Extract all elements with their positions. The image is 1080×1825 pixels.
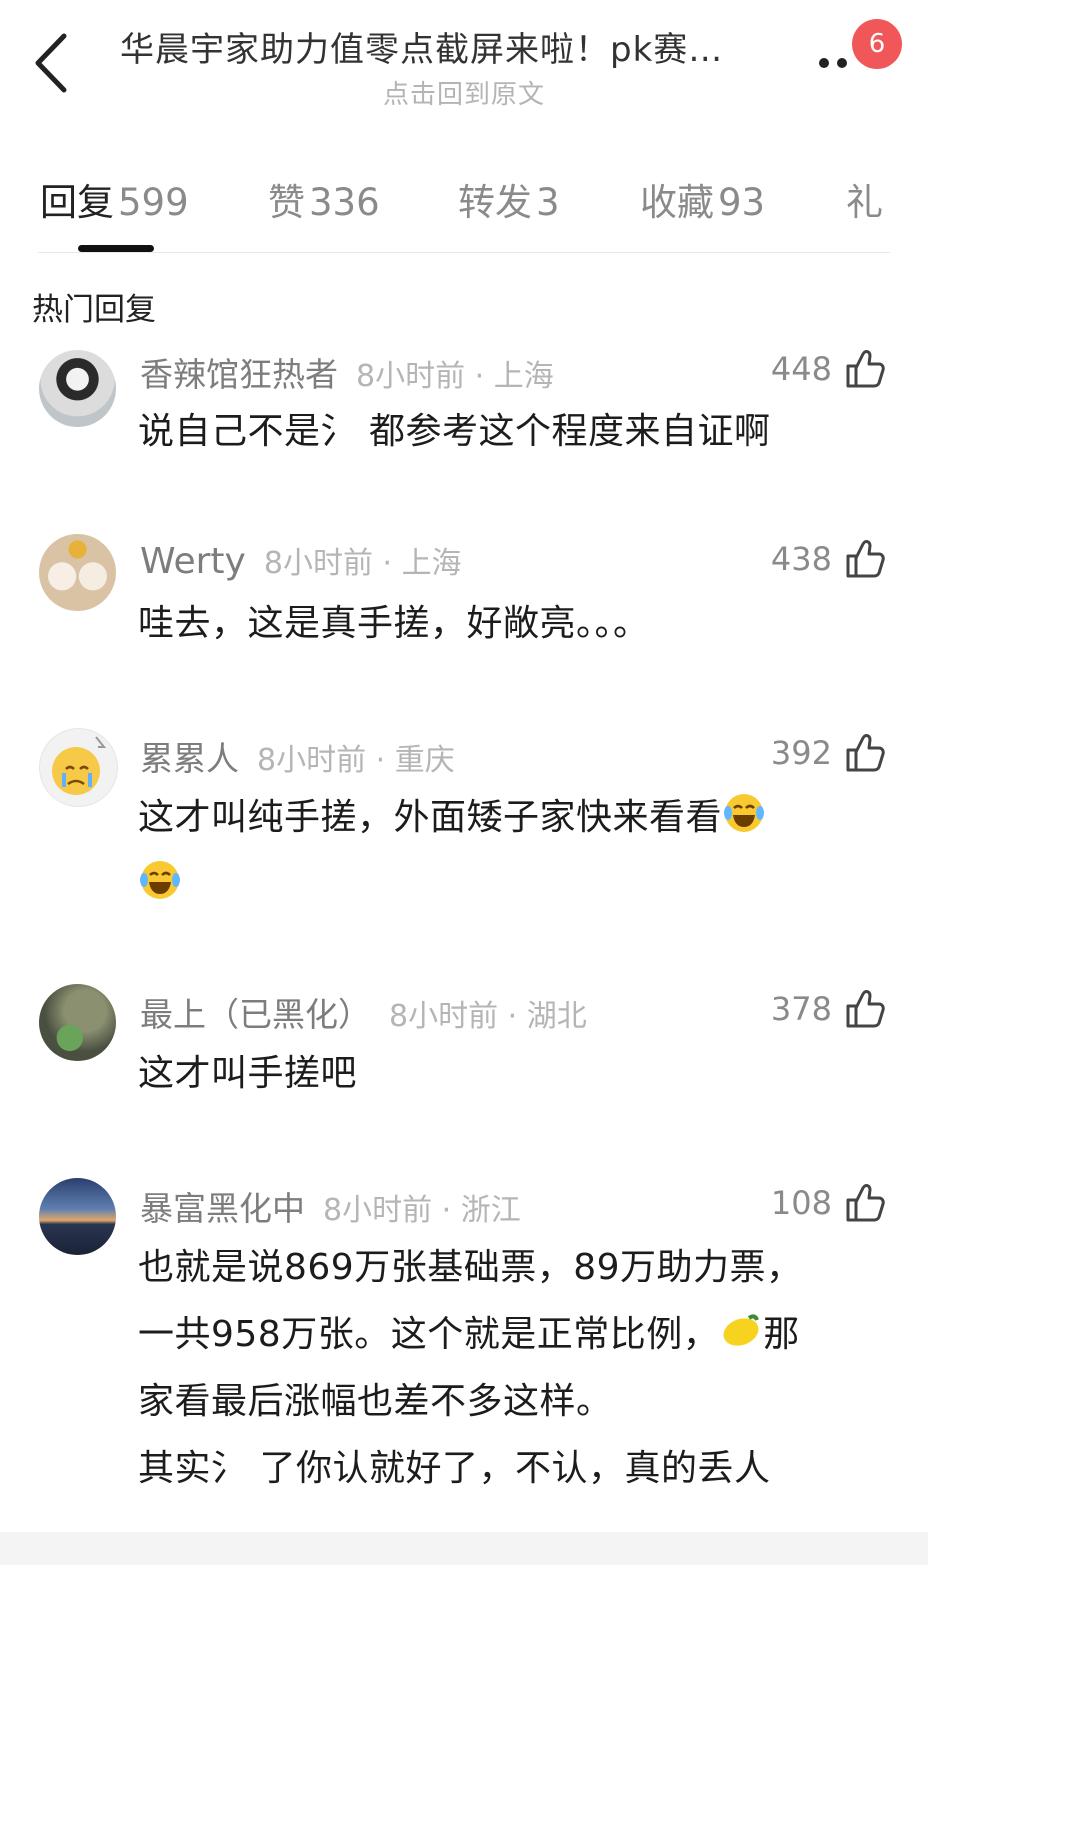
active-tab-indicator xyxy=(78,245,154,252)
thumbs-up-icon xyxy=(846,1184,885,1222)
divider xyxy=(38,252,890,253)
time-location: 8小时前 · 重庆 xyxy=(257,743,455,778)
username[interactable]: 最上（已黑化） xyxy=(140,995,371,1034)
thumbs-up-icon xyxy=(846,350,885,388)
comment-location: 浙江 xyxy=(460,1193,521,1228)
back-to-original-link[interactable]: 点击回到原文 xyxy=(0,74,928,111)
more-dots-icon xyxy=(837,58,847,68)
tab-label: 礼 xyxy=(846,181,883,224)
section-title: 热门回复 xyxy=(32,292,156,328)
comment-time: 8小时前 xyxy=(257,743,367,778)
time-location: 8小时前 · 上海 xyxy=(263,546,462,581)
thumbs-up-icon xyxy=(846,990,885,1028)
username[interactable]: 累累人 xyxy=(140,739,239,778)
avatar[interactable] xyxy=(39,1178,116,1255)
comment-time: 8小时前 xyxy=(263,546,373,581)
comment-location: 上海 xyxy=(401,546,462,581)
comment-meta: 最上（已黑化） 8小时前 · 湖北 xyxy=(140,988,587,1036)
tab-label: 转发 xyxy=(458,181,532,224)
like-button[interactable]: 448 xyxy=(771,348,886,390)
comment-location: 上海 xyxy=(493,359,554,394)
username[interactable]: 香辣馆狂热者 xyxy=(140,355,338,394)
username[interactable]: Werty xyxy=(140,541,246,582)
tab-count: 599 xyxy=(118,181,189,224)
comment-text: 也就是说869万张基础票，89万助力票， 一共958万张。这个就是正常比例，那 … xyxy=(138,1234,888,1502)
like-button[interactable]: 378 xyxy=(771,988,886,1030)
username[interactable]: 暴富黑化中 xyxy=(140,1189,305,1228)
comment-location: 湖北 xyxy=(526,999,587,1034)
like-count: 108 xyxy=(770,1184,832,1222)
avatar[interactable] xyxy=(39,350,116,427)
tab-label: 收藏 xyxy=(640,181,714,224)
notification-badge[interactable]: 6 xyxy=(852,19,902,69)
time-location: 8小时前 · 上海 xyxy=(356,359,554,394)
like-button[interactable]: 108 xyxy=(771,1182,886,1224)
comment-line: 也就是说869万张基础票，89万助力票， xyxy=(138,1247,803,1288)
comment-time: 8小时前 xyxy=(323,1193,433,1228)
laughing-tears-emoji-icon xyxy=(140,861,180,899)
avatar[interactable] xyxy=(39,728,118,807)
more-dots-icon xyxy=(819,58,829,68)
comment-location: 重庆 xyxy=(394,743,455,778)
comment-line: 一共958万张。这个就是正常比例， xyxy=(138,1314,720,1355)
post-title[interactable]: 华晨宇家助力值零点截屏来啦！pk赛… xyxy=(120,22,785,71)
comment-meta: Werty 8小时前 · 上海 xyxy=(140,538,462,582)
tab-label: 回复 xyxy=(40,181,114,224)
comment-line: 那 xyxy=(763,1314,800,1355)
comment-time: 8小时前 xyxy=(389,999,499,1034)
comment-text: 这才叫手搓吧 xyxy=(138,1053,358,1094)
tab-gifts[interactable]: 礼 xyxy=(846,172,892,226)
like-button[interactable]: 438 xyxy=(771,538,886,580)
like-count: 438 xyxy=(770,540,832,578)
crying-face-icon xyxy=(52,736,107,795)
comment-meta: 累累人 8小时前 · 重庆 xyxy=(140,732,455,780)
comment-text-content: 这才叫纯手搓，外面矮子家快来看看 xyxy=(138,797,723,838)
tab-favorites[interactable]: 收藏 93 xyxy=(640,172,765,226)
comment-text: 这才叫纯手搓，外面矮子家快来看看 xyxy=(138,784,888,918)
time-location: 8小时前 · 浙江 xyxy=(323,1193,521,1228)
comment-line: 家看最后涨幅也差不多这样。 xyxy=(138,1381,613,1422)
like-button[interactable]: 392 xyxy=(771,732,886,774)
tab-count: 93 xyxy=(718,181,766,224)
comment-meta: 香辣馆狂热者 8小时前 · 上海 xyxy=(140,348,554,396)
thumbs-up-icon xyxy=(846,540,885,578)
comment-meta: 暴富黑化中 8小时前 · 浙江 xyxy=(140,1182,521,1230)
tab-reposts[interactable]: 转发 3 xyxy=(458,172,560,226)
like-count: 448 xyxy=(770,350,832,388)
time-location: 8小时前 · 湖北 xyxy=(389,999,587,1034)
comment-text: 说自己不是氵 都参考这个程度来自证啊 xyxy=(138,411,771,452)
thumbs-up-icon xyxy=(846,734,885,772)
tab-label: 赞 xyxy=(268,181,305,224)
comment-text: 哇去，这是真手搓，好敞亮。。。 xyxy=(138,603,650,644)
like-count: 378 xyxy=(770,990,832,1028)
like-count: 392 xyxy=(770,734,832,772)
tab-replies[interactable]: 回复 599 xyxy=(40,172,189,226)
avatar[interactable] xyxy=(39,534,116,611)
more-button[interactable] xyxy=(815,44,855,74)
comment-time: 8小时前 xyxy=(356,359,466,394)
comment-line: 其实氵 了你认就好了，不认，真的丢人 xyxy=(138,1448,771,1489)
tab-count: 3 xyxy=(536,181,560,224)
bottom-bar xyxy=(0,1532,928,1565)
laughing-tears-emoji-icon xyxy=(724,794,765,832)
tab-likes[interactable]: 赞 336 xyxy=(268,172,380,226)
avatar[interactable] xyxy=(39,984,116,1061)
lemon-emoji-icon xyxy=(723,1314,760,1346)
tab-count: 336 xyxy=(309,181,380,224)
